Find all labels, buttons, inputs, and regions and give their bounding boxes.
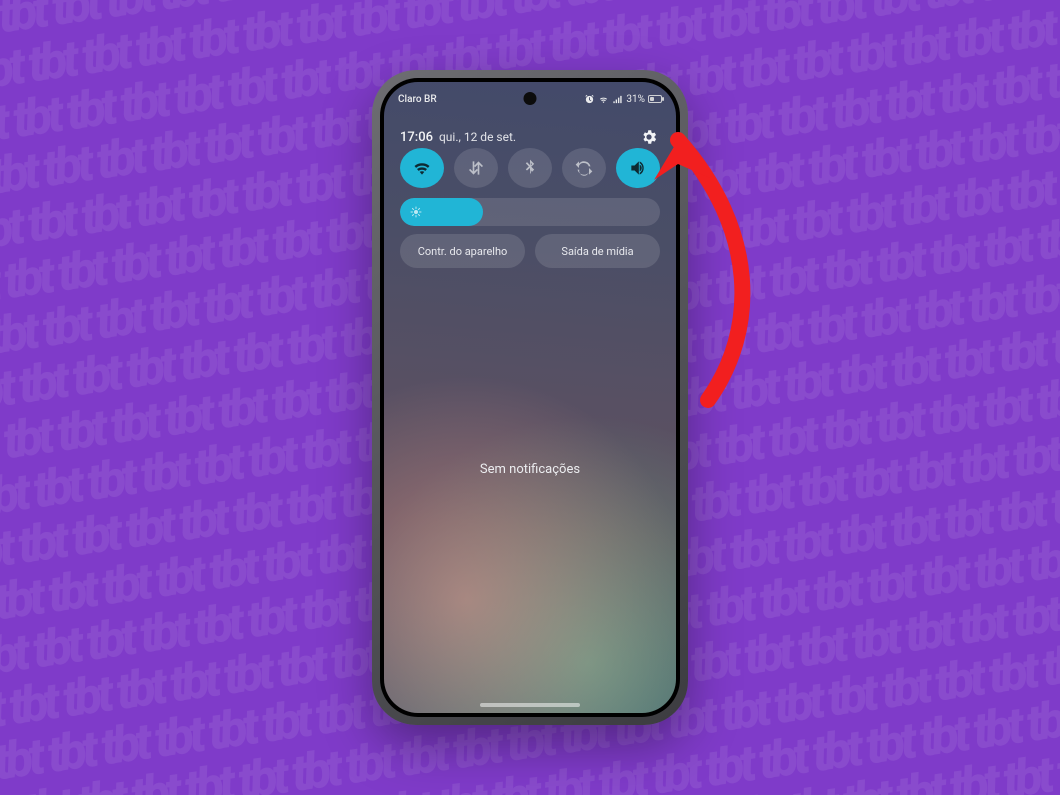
- battery-percent: 31%: [626, 94, 645, 105]
- battery-icon: [648, 95, 662, 103]
- stage: tbt tbt tbt tbt tbt tbt tbt tbt tbt tbt …: [0, 0, 1060, 795]
- settings-button[interactable]: [638, 126, 660, 148]
- carrier-label: Claro BR: [398, 94, 437, 105]
- camera-hole: [524, 92, 537, 105]
- media-output-chip[interactable]: Saída de mídia: [535, 234, 660, 268]
- wifi-status-icon: [598, 94, 609, 105]
- data-swap-icon: [466, 158, 486, 178]
- chip-row: Contr. do aparelho Saída de mídia: [400, 234, 660, 268]
- brightness-slider[interactable]: [400, 198, 660, 226]
- brightness-fill: [400, 198, 483, 226]
- toggle-rotate[interactable]: [562, 148, 606, 188]
- no-notifications-label: Sem notificações: [384, 462, 676, 477]
- home-indicator[interactable]: [480, 703, 580, 707]
- sound-icon: [628, 158, 648, 178]
- toggle-wifi[interactable]: [400, 148, 444, 188]
- quick-panel-header: 17:06 qui., 12 de set.: [400, 126, 660, 148]
- clock-date: qui., 12 de set.: [439, 130, 516, 144]
- phone-screen[interactable]: Claro BR 31%: [384, 82, 676, 713]
- toggle-sound[interactable]: [616, 148, 660, 188]
- toggle-data[interactable]: [454, 148, 498, 188]
- phone-frame: Claro BR 31%: [372, 70, 688, 725]
- device-control-chip[interactable]: Contr. do aparelho: [400, 234, 525, 268]
- signal-icon: [612, 94, 623, 105]
- toggle-bluetooth[interactable]: [508, 148, 552, 188]
- bluetooth-icon: [520, 158, 540, 178]
- phone-bezel: Claro BR 31%: [380, 78, 680, 717]
- status-icons: 31%: [584, 94, 662, 105]
- gear-icon: [640, 128, 658, 146]
- wifi-icon: [412, 158, 432, 178]
- sun-icon: [410, 206, 422, 218]
- auto-rotate-icon: [574, 158, 594, 178]
- quick-toggle-row: [400, 148, 660, 188]
- alarm-icon: [584, 94, 595, 105]
- clock-time: 17:06: [400, 130, 433, 145]
